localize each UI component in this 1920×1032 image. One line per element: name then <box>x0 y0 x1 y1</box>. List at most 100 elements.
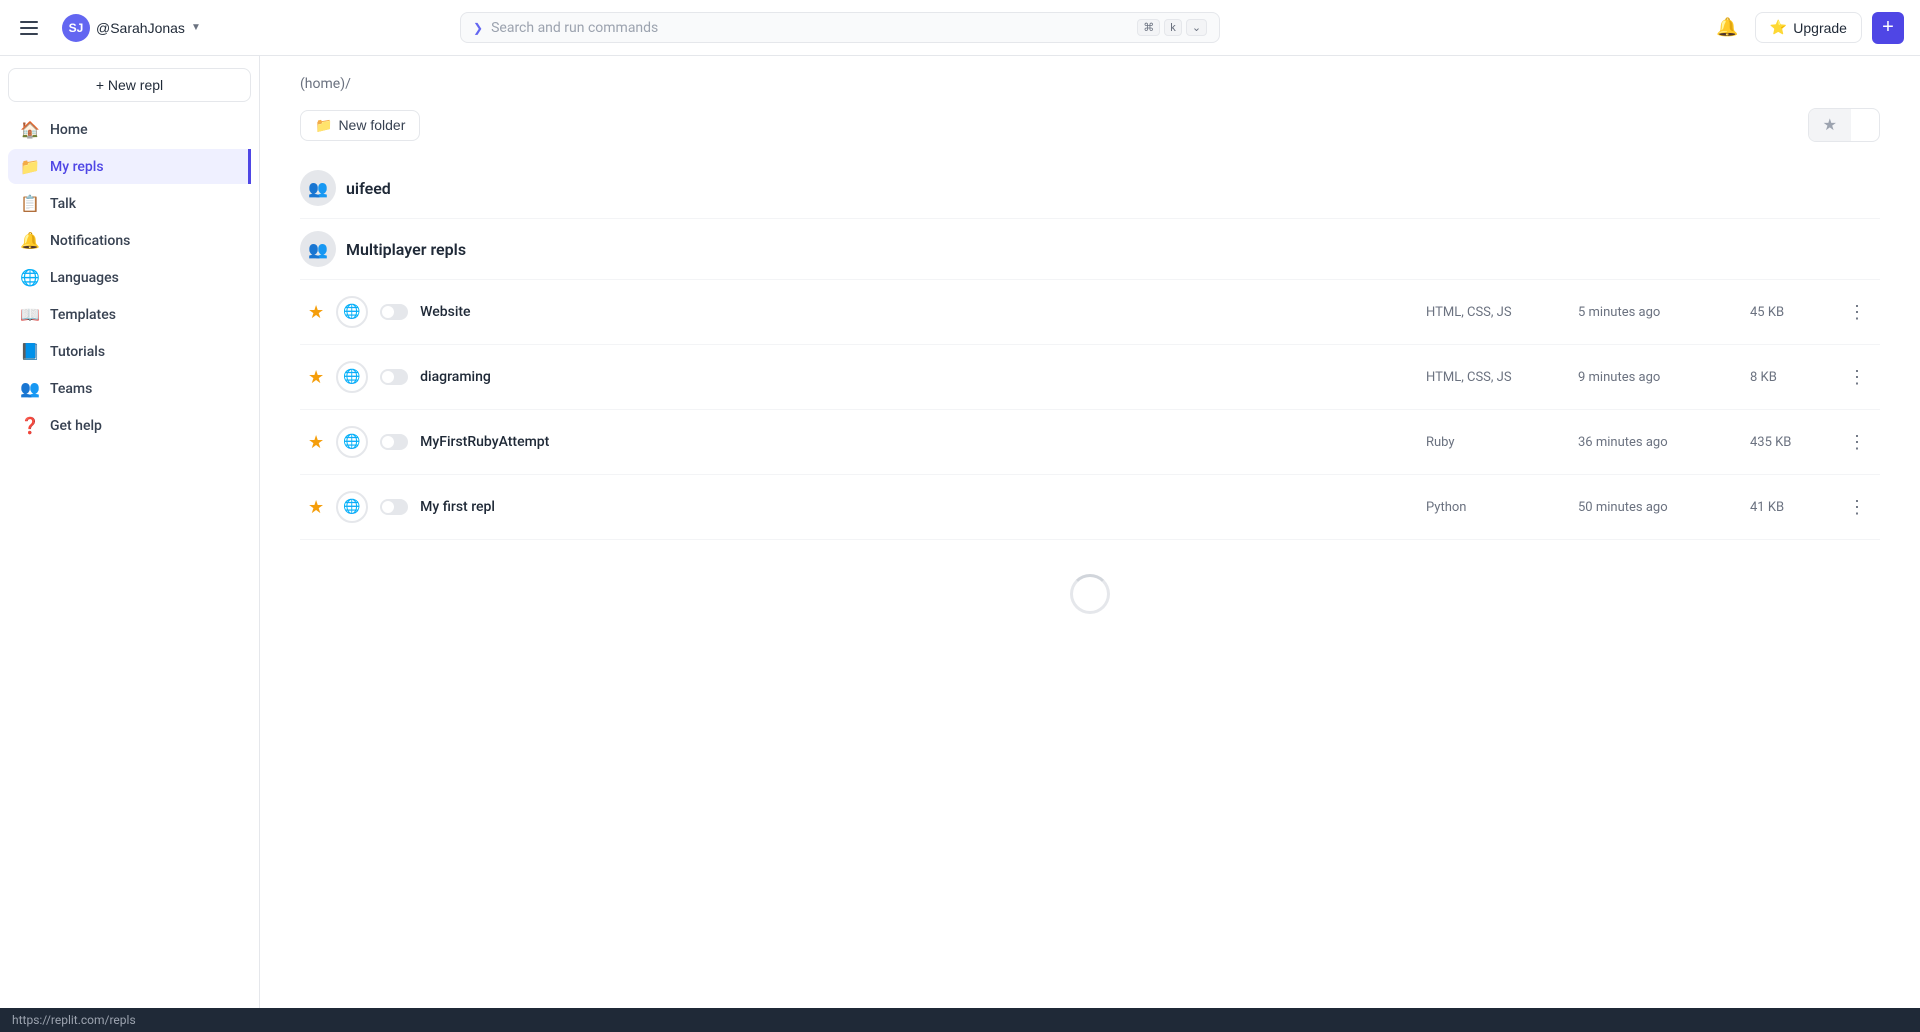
globe-icon-website: 🌐 <box>336 296 368 328</box>
repl-row-diagraming[interactable]: ★ 🌐 diagraming HTML, CSS, JS 9 minutes a… <box>300 349 1880 405</box>
sidebar-item-teams[interactable]: 👥 Teams <box>8 371 251 406</box>
sidebar: + New repl 🏠 Home 📁 My repls 📋 Talk 🔔 No… <box>0 56 260 1008</box>
repl-lang-website: HTML, CSS, JS <box>1426 305 1566 320</box>
sidebar-item-notifications[interactable]: 🔔 Notifications <box>8 223 251 258</box>
get-help-icon: ❓ <box>20 416 40 435</box>
sidebar-item-label-home: Home <box>50 122 88 138</box>
multiplayer-title: Multiplayer repls <box>346 240 466 259</box>
upgrade-label: Upgrade <box>1793 20 1847 36</box>
repl-name-myfirstrubyattempt: MyFirstRubyAttempt <box>420 434 1414 450</box>
repl-name-diagraming: diagraming <box>420 369 1414 385</box>
sidebar-item-tutorials[interactable]: 📘 Tutorials <box>8 334 251 369</box>
sidebar-item-my-repls[interactable]: 📁 My repls <box>8 149 251 184</box>
repl-menu-button-diagraming[interactable]: ⋮ <box>1842 365 1872 390</box>
repl-time-diagraming: 9 minutes ago <box>1578 370 1738 385</box>
toggle-myfirstrubyattempt[interactable] <box>380 434 408 450</box>
repl-lang-myfirstrubyattempt: Ruby <box>1426 435 1566 450</box>
repl-row-myfirstrubyattempt[interactable]: ★ 🌐 MyFirstRubyAttempt Ruby 36 minutes a… <box>300 414 1880 470</box>
sidebar-item-templates[interactable]: 📖 Templates <box>8 297 251 332</box>
hamburger-button[interactable] <box>16 17 42 39</box>
divider-3 <box>300 344 1880 345</box>
loading-spinner-container <box>300 544 1880 644</box>
breadcrumb: (home)/ <box>300 76 1880 92</box>
sidebar-item-label-templates: Templates <box>50 307 116 323</box>
username-label: @SarahJonas <box>96 20 185 36</box>
repl-lang-myfirstrepl: Python <box>1426 500 1566 515</box>
star-button-diagraming[interactable]: ★ <box>308 367 324 388</box>
search-chevron-icon: ❯ <box>473 21 483 35</box>
status-bar: https://replit.com/repls <box>0 1008 1920 1032</box>
hamburger-icon <box>20 21 38 35</box>
repl-size-website: 45 KB <box>1750 305 1830 320</box>
repl-row-myfirstrepl[interactable]: ★ 🌐 My first repl Python 50 minutes ago … <box>300 479 1880 535</box>
multiplayer-section-header: 👥 Multiplayer repls <box>300 223 1880 275</box>
divider-6 <box>300 539 1880 540</box>
notifications-icon: 🔔 <box>20 231 40 250</box>
user-menu-button[interactable]: SJ @SarahJonas ▼ <box>54 10 209 46</box>
repl-time-myfirstrubyattempt: 36 minutes ago <box>1578 435 1738 450</box>
upgrade-icon: ⭐ <box>1770 19 1787 36</box>
new-repl-button[interactable]: + New repl <box>8 68 251 102</box>
multiplayer-icon: 👥 <box>300 231 336 267</box>
uifeed-section-header: 👥 uifeed <box>300 162 1880 214</box>
chevron-down-icon: ▼ <box>191 22 201 33</box>
toggle-myfirstrepl[interactable] <box>380 499 408 515</box>
templates-icon: 📖 <box>20 305 40 324</box>
repl-size-myfirstrubyattempt: 435 KB <box>1750 435 1830 450</box>
toggle-website[interactable] <box>380 304 408 320</box>
home-icon: 🏠 <box>20 120 40 139</box>
sidebar-item-home[interactable]: 🏠 Home <box>8 112 251 147</box>
repl-menu-button-website[interactable]: ⋮ <box>1842 300 1872 325</box>
repl-time-website: 5 minutes ago <box>1578 305 1738 320</box>
upgrade-button[interactable]: ⭐ Upgrade <box>1755 12 1862 43</box>
sidebar-item-label-languages: Languages <box>50 270 119 286</box>
divider-2 <box>300 279 1880 280</box>
tutorials-icon: 📘 <box>20 342 40 361</box>
all-toggle-button[interactable] <box>1851 119 1879 131</box>
folder-icon: 📁 <box>315 117 332 134</box>
languages-icon: 🌐 <box>20 268 40 287</box>
repl-name-myfirstrepl: My first repl <box>420 499 1414 515</box>
repl-menu-button-myfirstrubyattempt[interactable]: ⋮ <box>1842 430 1872 455</box>
toggle-diagraming[interactable] <box>380 369 408 385</box>
repl-size-myfirstrepl: 41 KB <box>1750 500 1830 515</box>
new-folder-label: New folder <box>338 117 405 133</box>
k-key: k <box>1164 19 1182 36</box>
sidebar-item-label-tutorials: Tutorials <box>50 344 105 360</box>
new-folder-button[interactable]: 📁 New folder <box>300 110 420 141</box>
repl-time-myfirstrepl: 50 minutes ago <box>1578 500 1738 515</box>
notification-button[interactable]: 🔔 <box>1710 11 1744 44</box>
repl-name-website: Website <box>420 304 1414 320</box>
divider-5 <box>300 474 1880 475</box>
sidebar-item-label-my-repls: My repls <box>50 159 104 175</box>
search-placeholder: Search and run commands <box>491 20 1129 36</box>
status-text: https://replit.com/repls <box>12 1013 136 1027</box>
globe-icon-myfirstrepl: 🌐 <box>336 491 368 523</box>
topbar-left: SJ @SarahJonas ▼ <box>16 10 209 46</box>
globe-icon-diagraming: 🌐 <box>336 361 368 393</box>
expand-key: ⌄ <box>1186 19 1207 36</box>
star-button-myfirstrepl[interactable]: ★ <box>308 497 324 518</box>
loading-spinner <box>1070 574 1110 614</box>
topbar: SJ @SarahJonas ▼ ❯ Search and run comman… <box>0 0 1920 56</box>
star-toggle-button[interactable]: ★ <box>1809 109 1851 141</box>
content-area: (home)/ 📁 New folder ★ 👥 uifeed 👥 Multip… <box>260 56 1920 1008</box>
repl-menu-button-myfirstrepl[interactable]: ⋮ <box>1842 495 1872 520</box>
topbar-right: 🔔 ⭐ Upgrade + <box>1710 11 1904 44</box>
uifeed-title: uifeed <box>346 179 391 198</box>
repl-row-website[interactable]: ★ 🌐 Website HTML, CSS, JS 5 minutes ago … <box>300 284 1880 340</box>
search-shortcut: ⌘ k ⌄ <box>1137 19 1207 36</box>
repl-lang-diagraming: HTML, CSS, JS <box>1426 370 1566 385</box>
sidebar-item-label-teams: Teams <box>50 381 92 397</box>
star-button-website[interactable]: ★ <box>308 302 324 323</box>
sidebar-item-label-get-help: Get help <box>50 418 102 434</box>
sidebar-item-languages[interactable]: 🌐 Languages <box>8 260 251 295</box>
main-layout: + New repl 🏠 Home 📁 My repls 📋 Talk 🔔 No… <box>0 56 1920 1008</box>
sidebar-item-talk[interactable]: 📋 Talk <box>8 186 251 221</box>
divider-4 <box>300 409 1880 410</box>
sidebar-item-label-notifications: Notifications <box>50 233 130 249</box>
sidebar-item-get-help[interactable]: ❓ Get help <box>8 408 251 443</box>
search-bar[interactable]: ❯ Search and run commands ⌘ k ⌄ <box>460 12 1220 43</box>
new-repl-topbar-button[interactable]: + <box>1872 12 1904 44</box>
star-button-myfirstrubyattempt[interactable]: ★ <box>308 432 324 453</box>
